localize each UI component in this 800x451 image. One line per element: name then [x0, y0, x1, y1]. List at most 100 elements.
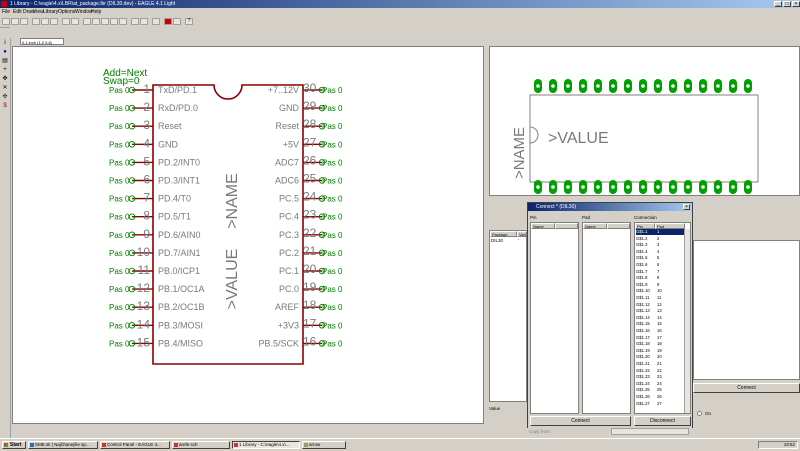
- connection-row[interactable]: G$1.13 13: [636, 308, 684, 314]
- connection-row[interactable]: G$1.17 17: [636, 335, 684, 341]
- package-header[interactable]: Package: [490, 231, 517, 237]
- package-preview-panel[interactable]: >VALUE >NAME: [489, 46, 800, 196]
- zoom-fit-icon[interactable]: [83, 18, 91, 25]
- zoom-out-icon[interactable]: [101, 18, 109, 25]
- maximize-button[interactable]: □: [783, 1, 791, 7]
- connect-button[interactable]: Connect: [530, 416, 631, 426]
- dialog-close-button[interactable]: ×: [683, 204, 690, 210]
- mark-icon[interactable]: +: [1, 67, 9, 74]
- menu-library[interactable]: Library: [43, 9, 58, 15]
- connection-row[interactable]: G$1.3 3: [636, 242, 684, 248]
- task-control-panel[interactable]: Control Panel - EAGLE 4...: [100, 441, 170, 449]
- info-icon[interactable]: i: [1, 40, 9, 47]
- task-sme[interactable]: SME.sk | Najčítanejšie sp...: [28, 441, 98, 449]
- stop-icon[interactable]: [164, 18, 172, 25]
- package-row-name[interactable]: DIL30: [491, 238, 503, 243]
- symbol-canvas[interactable]: Add=Next Swap=0 >NAME >VALUE Pas 0 1 TxD/P…: [13, 47, 483, 423]
- connection-row[interactable]: G$1.26 26: [636, 394, 684, 400]
- pin-label: PD.2/INT0: [158, 157, 200, 167]
- connection-row[interactable]: G$1.21 21: [636, 361, 684, 367]
- prefix-icon[interactable]: $: [1, 103, 9, 110]
- connection-row[interactable]: G$1.27 27: [636, 401, 684, 407]
- connection-row[interactable]: G$1.10 10: [636, 288, 684, 294]
- task-arefe[interactable]: arefe.sch: [172, 441, 230, 449]
- pad-drill: [671, 84, 675, 88]
- pin-swap-label: Pas 0: [322, 158, 343, 167]
- connection-row[interactable]: G$1.7 7: [636, 269, 684, 275]
- pad-name-header[interactable]: Name: [583, 223, 607, 229]
- pin-swap-label: Pas 0: [322, 140, 343, 149]
- task-library[interactable]: 1 Library - C:\eagle\4.x\...: [232, 441, 300, 449]
- undo-icon[interactable]: [131, 18, 139, 25]
- package-list[interactable]: Package Vari DIL30 ': [489, 230, 527, 402]
- board-icon[interactable]: [41, 18, 49, 25]
- menu-help[interactable]: Help: [91, 9, 101, 15]
- package-row-variant[interactable]: ': [518, 238, 519, 243]
- connection-row[interactable]: G$1.1 1: [636, 229, 684, 236]
- add-icon[interactable]: ✣: [1, 94, 9, 101]
- connection-row[interactable]: G$1.19 19: [636, 348, 684, 354]
- pad-list[interactable]: Name: [582, 222, 631, 414]
- close-button[interactable]: ×: [792, 1, 800, 7]
- print-icon[interactable]: [20, 18, 28, 25]
- schematic-icon[interactable]: [50, 18, 58, 25]
- start-button[interactable]: Start: [2, 441, 26, 449]
- disconnect-button[interactable]: Disconnect: [634, 416, 691, 426]
- minimize-button[interactable]: _: [774, 1, 782, 7]
- display-icon[interactable]: ▤: [1, 58, 9, 65]
- connection-row[interactable]: G$1.8 8: [636, 275, 684, 281]
- on-radio[interactable]: [697, 411, 702, 416]
- copy-from-select[interactable]: [611, 428, 689, 435]
- connection-row[interactable]: G$1.5 5: [636, 255, 684, 261]
- zoom-select-icon[interactable]: [119, 18, 127, 25]
- connection-row[interactable]: G$1.11 11: [636, 295, 684, 301]
- connection-row[interactable]: G$1.18 18: [636, 341, 684, 347]
- move-icon[interactable]: ✥: [1, 76, 9, 83]
- connection-row[interactable]: G$1.20 20: [636, 354, 684, 360]
- task-arrow[interactable]: arrow: [302, 441, 346, 449]
- side-connect-button[interactable]: Connect: [693, 383, 800, 393]
- symbol-editor-panel[interactable]: Add=Next Swap=0 >NAME >VALUE Pas 0 1 TxD/P…: [12, 46, 484, 424]
- connection-scrollbar[interactable]: [684, 229, 690, 413]
- connection-row[interactable]: G$1.2 2: [636, 236, 684, 242]
- connection-row[interactable]: G$1.22 22: [636, 368, 684, 374]
- pin-swap-label: Pas 0: [322, 285, 343, 294]
- show-icon[interactable]: ●: [1, 49, 9, 56]
- pad-extra-header[interactable]: [607, 223, 630, 229]
- go-icon[interactable]: [173, 18, 181, 25]
- connection-pin: G$1.9: [636, 281, 648, 287]
- pad-drill: [716, 185, 720, 189]
- connection-row[interactable]: G$1.25 25: [636, 387, 684, 393]
- connection-row[interactable]: G$1.4 4: [636, 249, 684, 255]
- connection-row[interactable]: G$1.23 23: [636, 374, 684, 380]
- save-icon[interactable]: [11, 18, 19, 25]
- variant-header[interactable]: Vari: [517, 231, 527, 237]
- pad-drill: [746, 84, 750, 88]
- redraw-icon[interactable]: [110, 18, 118, 25]
- menu-edit[interactable]: Edit: [13, 9, 22, 15]
- zoom-in-icon[interactable]: [92, 18, 100, 25]
- pin-extra-header[interactable]: [555, 223, 578, 229]
- connection-row[interactable]: G$1.6 6: [636, 262, 684, 268]
- connection-row[interactable]: G$1.24 24: [636, 381, 684, 387]
- open-icon[interactable]: [2, 18, 10, 25]
- side-list[interactable]: [693, 240, 800, 380]
- ulp-icon[interactable]: [71, 18, 79, 25]
- connection-row[interactable]: G$1.14 14: [636, 315, 684, 321]
- menu-file[interactable]: File: [2, 9, 10, 15]
- pin-name-header[interactable]: Name: [531, 223, 555, 229]
- script-icon[interactable]: [62, 18, 70, 25]
- connection-row[interactable]: G$1.12 12: [636, 302, 684, 308]
- menu-options[interactable]: Options: [58, 9, 75, 15]
- connection-list[interactable]: Pin Pad G$1.1 1 G$1.2 2 G$1.3 3 G$1.4 4 G$1.5 5 G$…: [634, 222, 691, 414]
- connection-pad: 5: [657, 255, 660, 261]
- cam-icon[interactable]: [32, 18, 40, 25]
- connection-row[interactable]: G$1.9 9: [636, 282, 684, 288]
- cancel-icon[interactable]: [152, 18, 160, 25]
- connection-row[interactable]: G$1.15 15: [636, 321, 684, 327]
- help-icon[interactable]: ?: [185, 18, 193, 25]
- delete-icon[interactable]: ✕: [1, 85, 9, 92]
- connection-row[interactable]: G$1.16 16: [636, 328, 684, 334]
- pin-list[interactable]: Name: [530, 222, 579, 414]
- redo-icon[interactable]: [140, 18, 148, 25]
